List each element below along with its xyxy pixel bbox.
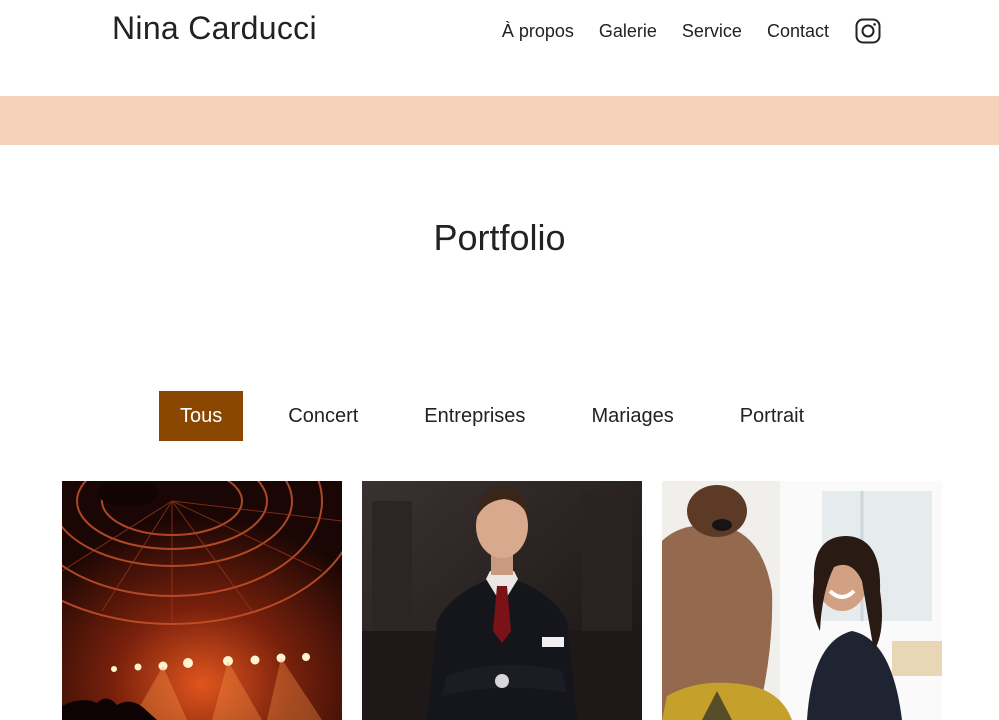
site-name[interactable]: Nina Carducci — [112, 10, 317, 47]
header-banner-band — [0, 96, 999, 145]
instagram-icon[interactable] — [855, 18, 881, 44]
main-nav: À propos Galerie Service Contact — [502, 18, 881, 44]
filter-portrait[interactable]: Portrait — [719, 391, 825, 441]
filter-entreprises[interactable]: Entreprises — [403, 391, 546, 441]
gallery-photo-concert[interactable] — [62, 481, 342, 720]
site-header: Nina Carducci À propos Galerie Service C… — [0, 0, 999, 96]
filter-tous[interactable]: Tous — [159, 391, 244, 441]
page-title: Portfolio — [433, 217, 566, 258]
nav-link-contact[interactable]: Contact — [767, 21, 829, 42]
gallery-grid — [62, 481, 942, 720]
nav-link-galerie[interactable]: Galerie — [599, 21, 657, 42]
nav-link-service[interactable]: Service — [682, 21, 742, 42]
gallery-photo-office[interactable] — [662, 481, 942, 720]
nav-link-a-propos[interactable]: À propos — [502, 21, 574, 42]
filter-concert[interactable]: Concert — [267, 391, 379, 441]
filter-mariages[interactable]: Mariages — [570, 391, 694, 441]
gallery-filters: Tous Concert Entreprises Mariages Portra… — [159, 391, 825, 441]
gallery-photo-businessman[interactable] — [362, 481, 642, 720]
